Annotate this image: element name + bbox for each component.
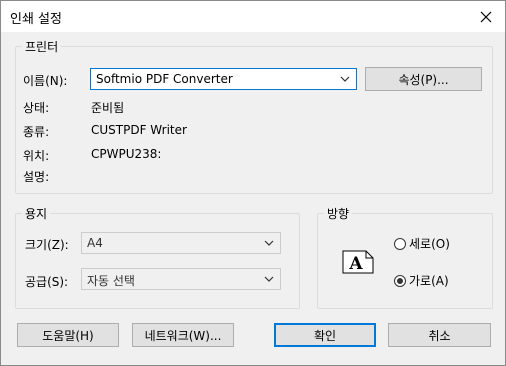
- paper-size-select[interactable]: A4: [81, 232, 281, 254]
- page-icon-letter: A: [348, 254, 363, 274]
- paper-size-label: 크기(Z):: [25, 238, 69, 252]
- paper-source-select[interactable]: 자동 선택: [81, 268, 281, 290]
- landscape-page-icon: A: [342, 250, 374, 274]
- printer-name-value: Softmio PDF Converter: [96, 72, 233, 86]
- cancel-button[interactable]: 취소: [388, 323, 491, 347]
- where-label: 위치:: [23, 149, 50, 163]
- network-button[interactable]: 네트워크(W)...: [132, 323, 234, 347]
- landscape-radio-button[interactable]: [394, 274, 406, 287]
- landscape-label: 가로(A): [409, 274, 449, 288]
- window-title: 인쇄 설정: [10, 12, 62, 27]
- chevron-down-icon: [264, 276, 274, 282]
- printer-name-select[interactable]: Softmio PDF Converter: [90, 68, 357, 90]
- status-label: 상태:: [23, 101, 50, 115]
- help-button[interactable]: 도움말(H): [17, 323, 119, 347]
- close-icon: [480, 11, 492, 22]
- type-label: 종류:: [23, 125, 50, 139]
- print-setup-dialog: 인쇄 설정 프린터 이름(N): Softmio PDF Converter 속…: [0, 0, 506, 366]
- ok-button[interactable]: 확인: [274, 323, 376, 347]
- printer-name-label: 이름(N):: [23, 74, 68, 88]
- chevron-down-icon: [264, 240, 274, 246]
- paper-group: 용지: [15, 205, 300, 309]
- status-value: 준비됨: [91, 101, 125, 115]
- comment-label: 설명:: [23, 170, 50, 184]
- properties-button[interactable]: 속성(P)...: [365, 67, 482, 91]
- portrait-radio[interactable]: 세로(O): [394, 235, 450, 252]
- chevron-down-icon: [340, 76, 350, 82]
- paper-group-label: 용지: [22, 205, 51, 222]
- paper-source-value: 자동 선택: [87, 274, 135, 288]
- paper-source-label: 공급(S):: [25, 275, 69, 289]
- where-value: CPWPU238:: [91, 147, 162, 161]
- landscape-radio[interactable]: 가로(A): [394, 272, 449, 289]
- close-button[interactable]: [467, 1, 505, 32]
- paper-size-value: A4: [87, 236, 103, 250]
- printer-group-label: 프린터: [22, 38, 62, 55]
- orientation-group-label: 방향: [324, 205, 353, 222]
- type-value: CUSTPDF Writer: [91, 123, 187, 137]
- portrait-radio-button[interactable]: [394, 237, 406, 250]
- title-bar: 인쇄 설정: [1, 1, 505, 32]
- portrait-label: 세로(O): [409, 237, 450, 251]
